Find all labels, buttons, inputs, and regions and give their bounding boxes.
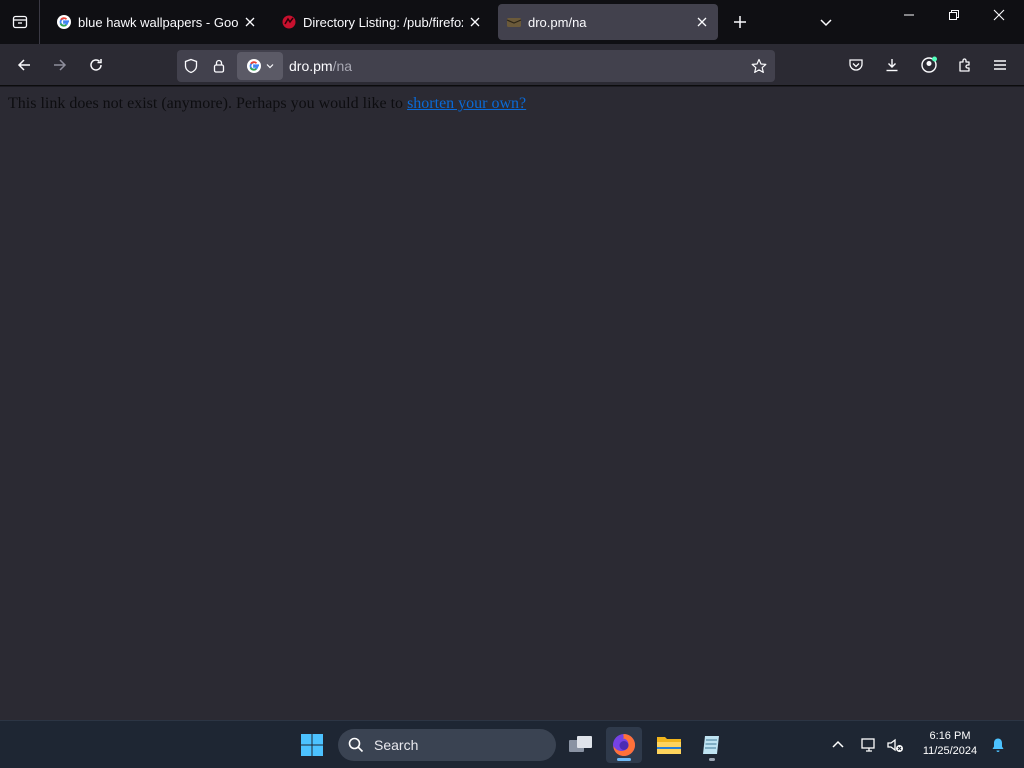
- chevron-down-icon: [266, 64, 274, 69]
- reload-button[interactable]: [82, 51, 110, 79]
- folder-icon: [657, 737, 681, 754]
- firefox-view-icon: [12, 15, 27, 29]
- tab-strip: blue hawk wallpapers - Google Directory …: [0, 0, 1024, 44]
- tab-blue-hawk[interactable]: blue hawk wallpapers - Google: [48, 4, 266, 40]
- page-content: This link does not exist (anymore). Perh…: [0, 87, 1024, 720]
- task-view-icon: [569, 736, 592, 752]
- restore-icon: [948, 10, 959, 20]
- new-tab-button[interactable]: [728, 10, 752, 34]
- clock-date: 11/25/2024: [922, 745, 978, 757]
- tab-title: Directory Listing: /pub/firefox/n: [303, 14, 463, 30]
- pocket-button[interactable]: [842, 51, 870, 79]
- pocket-icon: [849, 59, 863, 71]
- task-view-button[interactable]: [563, 727, 599, 763]
- taskbar-search[interactable]: Search: [338, 729, 556, 761]
- taskbar-app[interactable]: [694, 727, 730, 763]
- navigation-toolbar: dro.pm/na: [0, 44, 1024, 86]
- mozilla-dino-icon: [281, 14, 297, 30]
- download-icon: [886, 59, 898, 72]
- search-icon: [348, 737, 364, 753]
- search-label: Search: [374, 737, 419, 753]
- taskbar-firefox[interactable]: [606, 727, 642, 763]
- close-tab-icon[interactable]: [694, 14, 710, 30]
- close-tab-icon[interactable]: [242, 14, 258, 30]
- search-engine-button[interactable]: [237, 52, 283, 80]
- google-icon: [56, 14, 72, 30]
- page-message: This link does not exist (anymore). Perh…: [8, 95, 526, 113]
- notepad-icon: [703, 736, 719, 754]
- google-icon: [247, 59, 261, 73]
- tab-directory-listing[interactable]: Directory Listing: /pub/firefox/n: [273, 4, 491, 40]
- lock-icon[interactable]: [205, 52, 233, 80]
- account-icon: [921, 56, 937, 73]
- url-path: /na: [332, 58, 353, 74]
- close-icon: [993, 9, 1004, 21]
- minimize-icon: [903, 14, 914, 16]
- hamburger-menu-icon: [994, 60, 1006, 70]
- shorten-link[interactable]: shorten your own?: [407, 95, 526, 112]
- forward-button[interactable]: [46, 51, 74, 79]
- firefox-icon: [613, 734, 635, 756]
- minimize-button[interactable]: [886, 0, 931, 30]
- close-window-button[interactable]: [976, 0, 1021, 30]
- firefox-view-button[interactable]: [0, 0, 40, 44]
- restore-button[interactable]: [931, 0, 976, 30]
- account-button[interactable]: [915, 51, 943, 79]
- list-all-tabs-button[interactable]: [814, 10, 838, 34]
- show-hidden-icons-button[interactable]: [820, 727, 856, 763]
- notifications-button[interactable]: [984, 727, 1012, 763]
- tab-dro-pm[interactable]: dro.pm/na: [498, 4, 718, 40]
- network-monitor-icon: [861, 738, 875, 752]
- arrow-right-icon: [54, 59, 67, 71]
- windows-logo-icon: [301, 734, 323, 756]
- taskbar-file-explorer[interactable]: [651, 727, 687, 763]
- app-menu-button[interactable]: [986, 51, 1014, 79]
- url-text[interactable]: dro.pm/na: [289, 58, 745, 74]
- system-clock[interactable]: 6:16 PM 11/25/2024: [914, 729, 986, 759]
- tab-title: dro.pm/na: [528, 14, 587, 30]
- start-button[interactable]: [294, 727, 330, 763]
- clock-time: 6:16 PM: [929, 730, 971, 742]
- back-button[interactable]: [10, 51, 38, 79]
- volume-button[interactable]: [878, 727, 912, 763]
- tracking-protection-icon[interactable]: [177, 52, 205, 80]
- url-host: dro.pm: [289, 58, 333, 74]
- downloads-button[interactable]: [878, 51, 906, 79]
- chevron-down-icon: [820, 19, 832, 27]
- dro-pm-icon: [506, 14, 522, 30]
- running-indicator: [709, 758, 715, 761]
- arrow-left-icon: [17, 59, 30, 71]
- bookmark-star-button[interactable]: [745, 52, 773, 80]
- star-icon: [751, 58, 767, 73]
- bell-icon: [992, 738, 1004, 752]
- puzzle-icon: [959, 58, 970, 72]
- url-bar[interactable]: dro.pm/na: [177, 50, 775, 82]
- taskbar: Search 6:16 PM 11/25/2024: [0, 720, 1024, 768]
- chevron-up-icon: [832, 740, 844, 748]
- active-indicator: [617, 758, 631, 761]
- plus-icon: [734, 16, 746, 28]
- volume-muted-icon: [887, 738, 903, 752]
- extensions-button[interactable]: [951, 51, 979, 79]
- message-text: This link does not exist (anymore). Perh…: [8, 95, 408, 112]
- reload-icon: [90, 59, 102, 71]
- close-tab-icon[interactable]: [467, 14, 483, 30]
- tab-title: blue hawk wallpapers - Google: [78, 14, 238, 30]
